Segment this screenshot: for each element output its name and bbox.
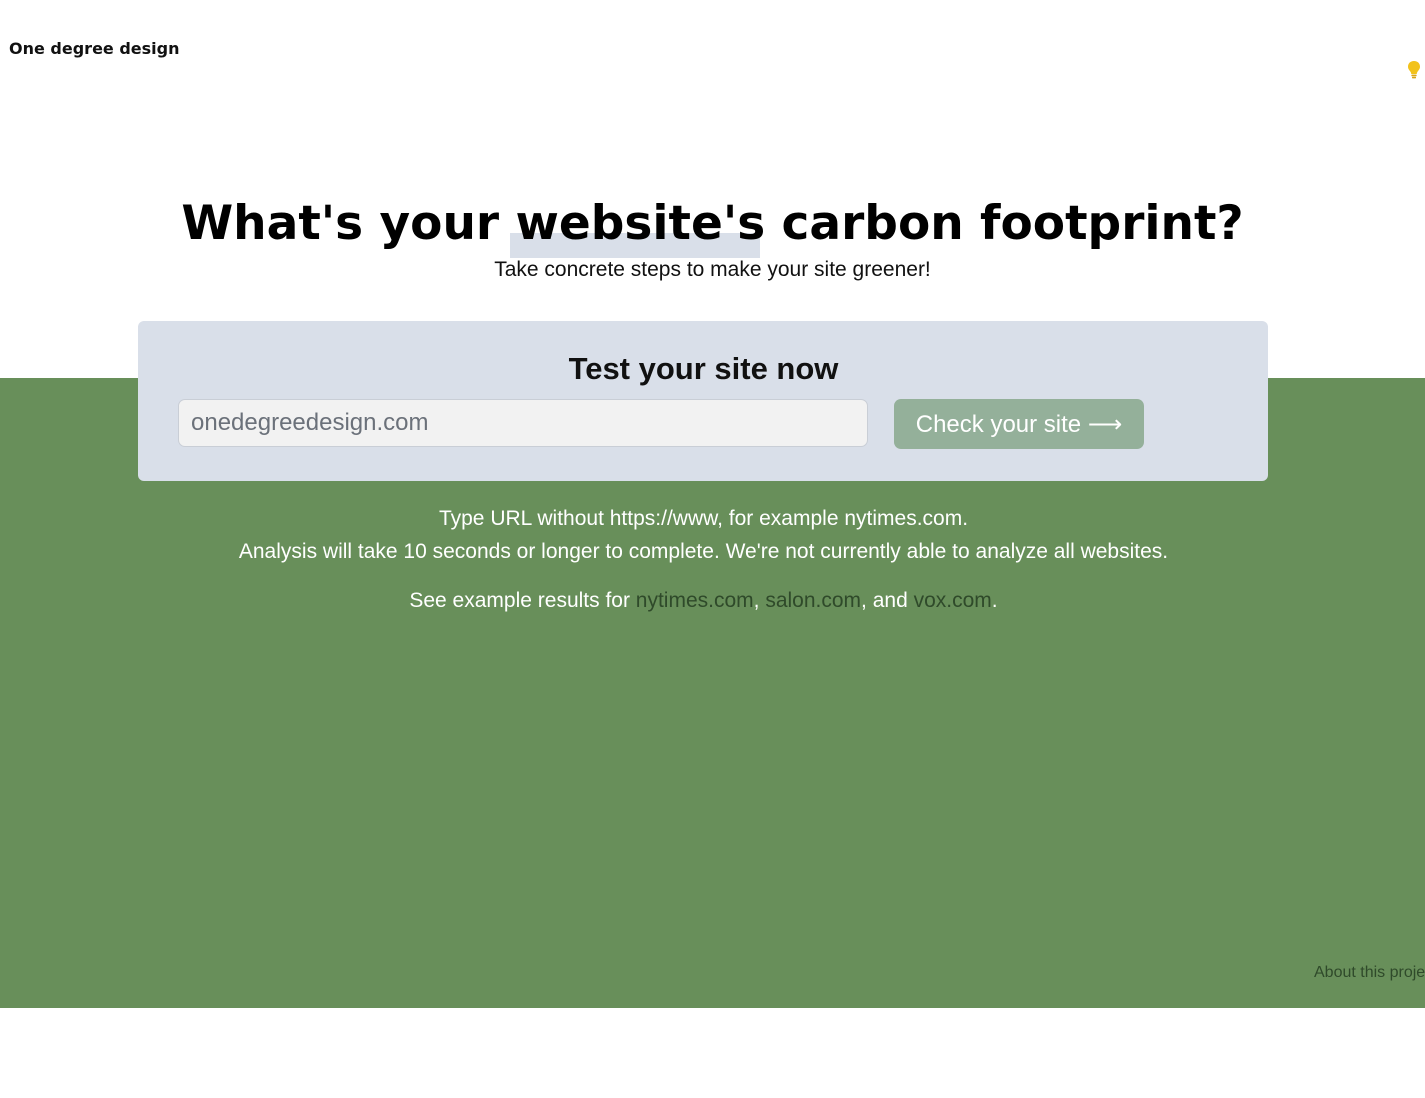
example-suffix: . (991, 589, 998, 612)
analysis-note: Analysis will take 10 seconds or longer … (238, 540, 1169, 563)
page-title: What's your website's carbon footprint? (181, 196, 1244, 251)
test-site-title: Test your site now (568, 351, 839, 386)
example-separator: , and (861, 589, 914, 612)
example-results: See example results for nytimes.com, sal… (0, 589, 1407, 613)
example-results-prefix: See example results for (409, 589, 636, 612)
brand-logo[interactable]: One degree design (9, 39, 180, 58)
example-separator: , (753, 589, 766, 612)
url-input[interactable] (178, 399, 868, 447)
about-project-link[interactable]: About this proje (1314, 964, 1425, 982)
example-link-vox[interactable]: vox.com (914, 589, 992, 612)
url-instructions: Type URL without https://www, for exampl… (438, 507, 969, 530)
lightbulb-icon[interactable] (1406, 60, 1422, 80)
check-site-button[interactable]: Check your site ⟶ (894, 399, 1144, 449)
example-link-salon[interactable]: salon.com (765, 589, 861, 612)
page: One degree design What's your website's … (0, 0, 1425, 1098)
page-subtitle: Take concrete steps to make your site gr… (494, 258, 931, 281)
example-link-nytimes[interactable]: nytimes.com (636, 589, 754, 612)
